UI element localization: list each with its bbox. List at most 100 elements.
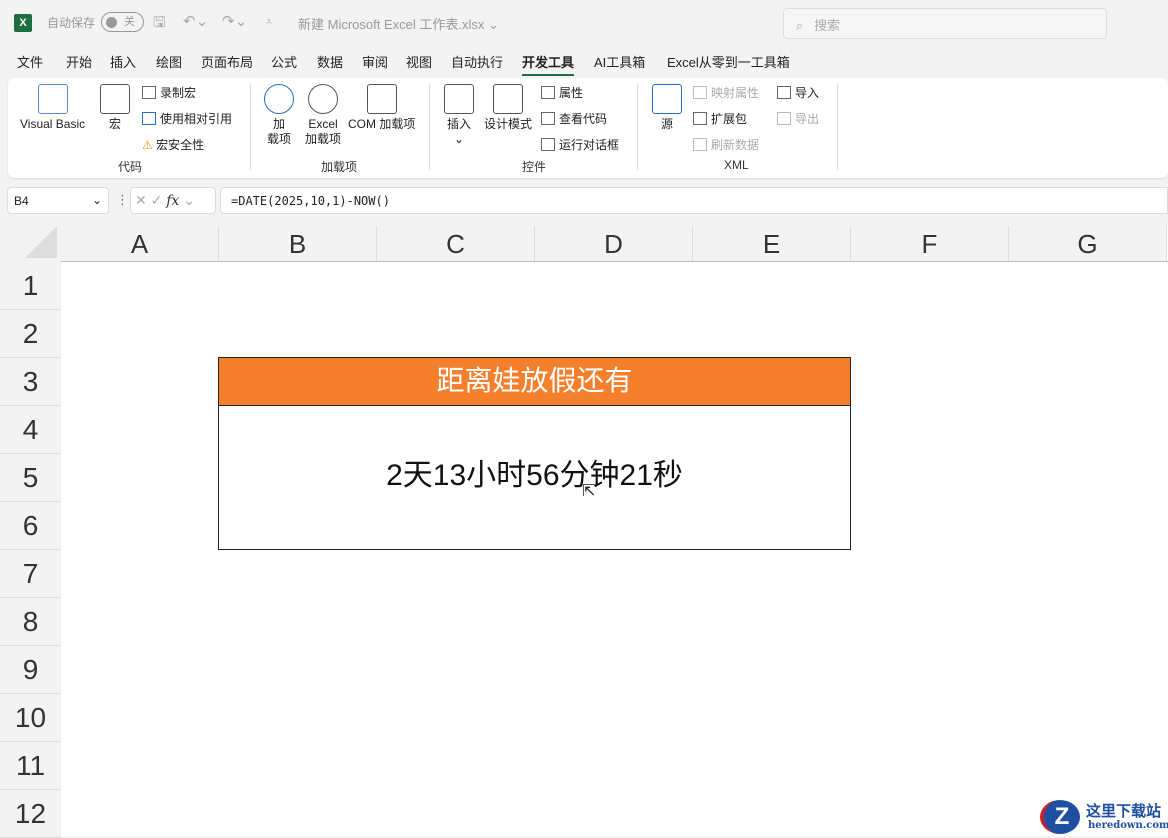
tab-page-layout[interactable]: 页面布局 — [201, 52, 253, 71]
macros-icon — [100, 84, 130, 114]
tab-excel-toolbox[interactable]: Excel从零到一工具箱 — [667, 52, 790, 71]
insert-function-icon[interactable]: fx — [166, 193, 179, 209]
addins-icon — [264, 84, 294, 114]
name-box[interactable]: B4 ⌄ — [7, 187, 109, 214]
label: 录制宏 — [160, 86, 196, 100]
autosave-label: 自动保存 — [47, 14, 95, 31]
relative-reference-button[interactable]: 使用相对引用 — [142, 110, 232, 127]
tab-data[interactable]: 数据 — [317, 52, 343, 71]
import-button[interactable]: 导入 — [777, 84, 819, 101]
row-header-12[interactable]: 12 — [0, 790, 61, 838]
design-mode-button[interactable]: 设计模式 — [484, 84, 532, 132]
excel-addins-button[interactable]: Excel加载项 — [305, 84, 341, 147]
search-input[interactable]: ⌕ 搜索 — [783, 8, 1107, 39]
formula-input[interactable]: =DATE(2025,10,1)-NOW() — [220, 187, 1168, 214]
ruler-triangle-icon — [493, 84, 523, 114]
row-header-2[interactable]: 2 — [0, 310, 61, 358]
group-separator — [837, 84, 838, 170]
label: 导出 — [795, 112, 819, 126]
undo-icon[interactable]: ↶⌄ — [183, 12, 208, 30]
label: 刷新数据 — [711, 138, 759, 152]
label: 设计模式 — [484, 117, 532, 131]
customize-qat-icon[interactable]: ⩡ — [266, 16, 272, 29]
label: 载项 — [267, 132, 291, 146]
label: Excel — [308, 117, 337, 131]
column-header-c[interactable]: C — [377, 226, 535, 262]
tab-file[interactable]: 文件 — [17, 52, 43, 71]
column-header-a[interactable]: A — [61, 226, 219, 262]
record-macro-button[interactable]: 录制宏 — [142, 84, 196, 101]
insert-control-button[interactable]: 插入⌄ — [444, 84, 474, 147]
document-title[interactable]: 新建 Microsoft Excel 工作表.xlsx ⌄ — [298, 14, 499, 33]
autosave-toggle[interactable]: 关 — [101, 12, 144, 32]
tab-automate[interactable]: 自动执行 — [451, 52, 503, 71]
column-header-d[interactable]: D — [535, 226, 693, 262]
export-button[interactable]: 导出 — [777, 110, 819, 127]
xml-source-button[interactable]: 源 — [652, 84, 682, 132]
row-header-11[interactable]: 11 — [0, 742, 61, 790]
view-code-button[interactable]: 查看代码 — [541, 110, 607, 127]
com-addins-button[interactable]: COM 加载项 — [348, 84, 415, 132]
merged-cell-b3-title[interactable]: 距离娃放假还有 — [218, 357, 851, 406]
more-icon[interactable]: ⋮ — [116, 192, 129, 208]
row-header-5[interactable]: 5 — [0, 454, 61, 502]
properties-button[interactable]: 属性 — [541, 84, 583, 101]
row-header-7[interactable]: 7 — [0, 550, 61, 598]
redo-icon[interactable]: ↷⌄ — [222, 12, 247, 30]
refresh-data-icon — [693, 138, 707, 151]
row-header-4[interactable]: 4 — [0, 406, 61, 454]
select-all-button[interactable] — [0, 226, 61, 262]
row-header-6[interactable]: 6 — [0, 502, 61, 550]
tab-developer[interactable]: 开发工具 — [522, 52, 574, 71]
column-header-f[interactable]: F — [851, 226, 1009, 262]
name-box-value: B4 — [14, 194, 29, 208]
properties-icon — [541, 86, 555, 99]
cancel-icon[interactable]: ✕ — [135, 192, 147, 208]
tab-home[interactable]: 开始 — [66, 52, 92, 71]
row-header-8[interactable]: 8 — [0, 598, 61, 646]
formula-controls: ✕ ✓ fx ⌄ — [130, 187, 216, 214]
column-header-g[interactable]: G — [1009, 226, 1167, 262]
row-header-3[interactable]: 3 — [0, 358, 61, 406]
label: COM 加载项 — [348, 117, 415, 131]
run-dialog-button[interactable]: 运行对话框 — [541, 136, 619, 153]
row-header-9[interactable]: 9 — [0, 646, 61, 694]
expansion-packs-button[interactable]: 扩展包 — [693, 110, 747, 127]
group-label-controls: 控件 — [522, 158, 546, 175]
label: 扩展包 — [711, 112, 747, 126]
com-addins-icon — [367, 84, 397, 114]
row-header-1[interactable]: 1 — [0, 262, 61, 310]
visual-basic-icon — [38, 84, 68, 114]
enter-icon[interactable]: ✓ — [151, 192, 163, 208]
macros-button[interactable]: 宏 — [100, 84, 130, 132]
tab-view[interactable]: 视图 — [406, 52, 432, 71]
column-header-b[interactable]: B — [219, 226, 377, 262]
label: 宏 — [109, 117, 121, 131]
column-header-e[interactable]: E — [693, 226, 851, 262]
worksheet-grid[interactable]: ABCDEFG 123456789101112 距离娃放假还有 2天13小时56… — [0, 226, 1168, 836]
visual-basic-button[interactable]: Visual Basic — [20, 84, 85, 132]
tab-draw[interactable]: 绘图 — [156, 52, 182, 71]
label: 加 — [273, 117, 285, 131]
watermark: Z 这里下载站 heredown.com — [1036, 798, 1168, 836]
label: 属性 — [559, 86, 583, 100]
header-divider — [61, 261, 1168, 262]
addins-button[interactable]: 加载项 — [264, 84, 294, 147]
chevron-down-icon[interactable]: ⌄ — [92, 193, 102, 207]
tab-formulas[interactable]: 公式 — [271, 52, 297, 71]
tab-ai-toolbox[interactable]: AI工具箱 — [594, 52, 645, 71]
gear-icon — [308, 84, 338, 114]
tab-insert[interactable]: 插入 — [110, 52, 136, 71]
ribbon: Visual Basic 宏 录制宏 使用相对引用 ⚠ 宏安全性 代码 加载项 … — [8, 78, 1168, 178]
row-header-10[interactable]: 10 — [0, 694, 61, 742]
watermark-cn: 这里下载站 — [1086, 800, 1161, 821]
search-icon: ⌕ — [796, 18, 803, 33]
refresh-data-button[interactable]: 刷新数据 — [693, 136, 759, 153]
merged-cell-b4-countdown[interactable]: 2天13小时56分钟21秒 — [218, 405, 851, 550]
title-bar: X 自动保存 关 🖫 ↶⌄ ↷⌄ ⩡ 新建 Microsoft Excel 工作… — [0, 0, 1168, 44]
save-icon[interactable]: 🖫 — [153, 12, 166, 37]
mouse-cursor-icon: ⇱ — [582, 481, 595, 501]
tab-review[interactable]: 审阅 — [362, 52, 388, 71]
map-properties-button[interactable]: 映射属性 — [693, 84, 759, 101]
macro-security-button[interactable]: ⚠ 宏安全性 — [142, 136, 204, 153]
